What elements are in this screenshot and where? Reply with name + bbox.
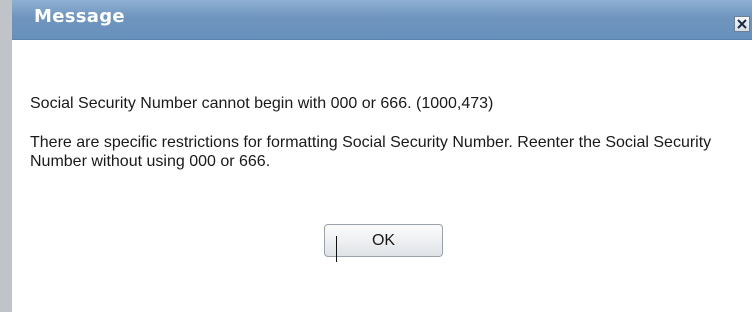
ok-button[interactable]: OK — [324, 224, 443, 257]
dialog-title: Message — [34, 6, 125, 27]
message-line-detail: There are specific restrictions for form… — [30, 134, 712, 170]
dialog-message: Social Security Number cannot begin with… — [30, 94, 750, 171]
close-button[interactable] — [734, 16, 750, 32]
dialog-titlebar: Message — [12, 0, 752, 40]
text-cursor — [336, 236, 337, 262]
message-line-error: Social Security Number cannot begin with… — [30, 95, 494, 112]
message-dialog: Message Social Security Number cannot be… — [0, 0, 752, 312]
close-icon — [737, 19, 747, 29]
